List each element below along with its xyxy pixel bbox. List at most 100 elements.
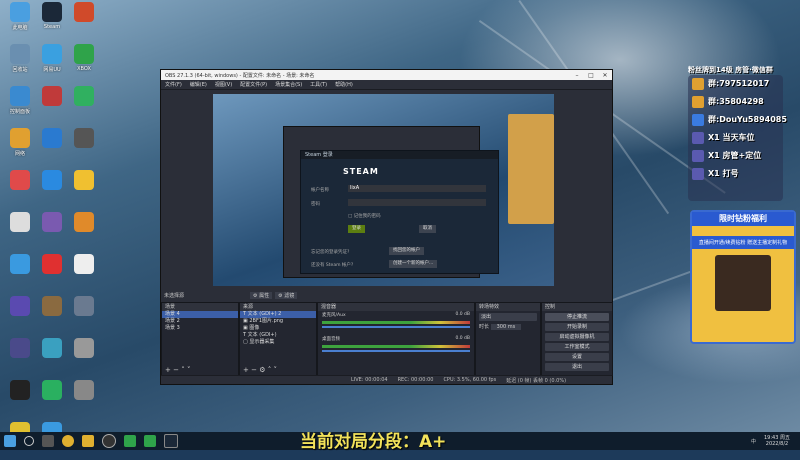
exit-button[interactable]: 退出 <box>545 363 609 371</box>
desktop-icon[interactable] <box>68 128 100 166</box>
close-button[interactable]: ✕ <box>598 72 612 79</box>
properties-button[interactable]: ⚙ 属性 <box>250 292 273 299</box>
desktop-icon[interactable] <box>68 2 100 40</box>
source-item[interactable]: ▣ 图像 <box>240 325 316 332</box>
create-account-button[interactable]: 创建一个新的帐户... <box>389 260 438 268</box>
cancel-button[interactable]: 取消 <box>419 225 436 233</box>
app-icon <box>10 296 30 316</box>
desktop-icon[interactable] <box>4 338 36 376</box>
stop-streaming-button[interactable]: 停止推流 <box>545 313 609 321</box>
filters-button[interactable]: ⚙ 滤镜 <box>275 292 298 299</box>
steam-login-dialog[interactable]: Steam 登录 STEAM 帐户名称 lixA 密码 □ 记住我的密码 登录 … <box>300 150 499 274</box>
menu-file[interactable]: 文件(F) <box>165 81 182 88</box>
login-button[interactable]: 登录 <box>348 225 365 233</box>
duration-input[interactable]: 300 ms <box>490 324 522 330</box>
remove-icon[interactable]: − <box>173 366 179 374</box>
menu-edit[interactable]: 编辑(E) <box>190 81 207 88</box>
studio-mode-button[interactable]: 工作室模式 <box>545 343 609 351</box>
chevron-up-icon[interactable]: ˄ <box>268 366 272 374</box>
start-recording-button[interactable]: 开始录制 <box>545 323 609 331</box>
gear-icon[interactable]: ⚙ <box>259 366 265 374</box>
desktop-icon[interactable] <box>4 380 36 418</box>
obs-titlebar[interactable]: OBS 27.1.3 (64-bit, windows) - 配置文件: 未命名… <box>161 70 612 80</box>
menu-help[interactable]: 帮助(H) <box>335 81 353 88</box>
xbox-icon[interactable] <box>144 435 156 447</box>
desktop-icon[interactable] <box>68 380 100 418</box>
desktop-icon[interactable]: XBOX <box>68 44 100 82</box>
chevron-down-icon[interactable]: ˅ <box>273 366 277 374</box>
source-controls: + − ⚙ ˄ ˅ <box>243 366 277 374</box>
remove-icon[interactable]: − <box>251 366 257 374</box>
chrome-icon[interactable] <box>62 435 74 447</box>
desktop-icon[interactable]: Steam <box>36 2 68 40</box>
settings-button[interactable]: 设置 <box>545 353 609 361</box>
desktop-icon[interactable]: 此电脑 <box>4 2 36 40</box>
scene-item[interactable]: 场景 3 <box>162 325 238 332</box>
menu-scene-collection[interactable]: 场景集合(S) <box>275 81 302 88</box>
password-field[interactable] <box>348 199 486 206</box>
forgot-button[interactable]: 找回您的帐户 <box>389 247 424 255</box>
add-icon[interactable]: + <box>243 366 249 374</box>
scenes-dock: 场景 场景 4 场景 2 场景 3 + − ˄ ˅ <box>161 302 239 376</box>
source-item[interactable]: T 文本 (GDI+) 2 <box>240 311 316 318</box>
clock-icon[interactable] <box>102 434 116 448</box>
app-icon <box>74 338 94 358</box>
desktop-icon[interactable] <box>36 296 68 334</box>
volume-meter <box>322 321 470 324</box>
desktop-icon[interactable] <box>4 296 36 334</box>
task-view-icon[interactable] <box>42 435 54 447</box>
source-item[interactable]: ▣ 2BF1图片.png <box>240 318 316 325</box>
app-icon <box>10 128 30 148</box>
desktop-icon[interactable] <box>68 86 100 124</box>
source-item[interactable]: T 文本 (GDI+) <box>240 332 316 339</box>
scene-item[interactable]: 场景 2 <box>162 318 238 325</box>
desktop-icon[interactable]: 网易UU <box>36 44 68 82</box>
account-field[interactable]: lixA <box>348 185 486 192</box>
desktop-icon[interactable] <box>36 380 68 418</box>
menu-profile[interactable]: 配置文件(P) <box>240 81 267 88</box>
desktop-icon[interactable]: 网络 <box>4 128 36 166</box>
desktop-icon[interactable] <box>68 296 100 334</box>
menu-tools[interactable]: 工具(T) <box>310 81 327 88</box>
desktop-icon[interactable] <box>68 212 100 250</box>
windows-icon[interactable] <box>4 435 16 447</box>
chevron-up-icon[interactable]: ˄ <box>181 366 185 374</box>
desktop-icon[interactable] <box>4 212 36 250</box>
transition-select[interactable]: 淡出 <box>479 313 537 321</box>
desktop-icon[interactable]: 控制面板 <box>4 86 36 124</box>
desktop-icon[interactable] <box>36 86 68 124</box>
live-status: LIVE: 00:00:04 <box>351 377 388 383</box>
volume-slider[interactable] <box>322 350 470 352</box>
source-item[interactable]: ▢ 显示器采集 <box>240 339 316 346</box>
desktop-icon[interactable] <box>68 170 100 208</box>
volume-slider[interactable] <box>322 326 470 328</box>
transitions-header: 转场特效 <box>476 303 540 311</box>
scene-item[interactable]: 场景 4 <box>162 311 238 318</box>
desktop-icon[interactable] <box>4 254 36 292</box>
cpu-status: CPU: 3.5%, 60.00 fps <box>443 377 497 383</box>
menu-view[interactable]: 视图(V) <box>215 81 232 88</box>
desktop-icon[interactable] <box>36 170 68 208</box>
minimize-button[interactable]: – <box>570 72 584 79</box>
remember-checkbox[interactable]: □ 记住我的密码 <box>348 213 381 219</box>
badge-icon <box>692 132 704 144</box>
virtual-camera-button[interactable]: 启动虚拟摄像机 <box>545 333 609 341</box>
search-icon[interactable] <box>24 436 34 446</box>
folder-icon[interactable] <box>82 435 94 447</box>
preview-right-panel <box>508 114 554 224</box>
desktop-icon[interactable] <box>68 338 100 376</box>
desktop-icon[interactable] <box>36 128 68 166</box>
desktop-icon[interactable] <box>68 254 100 292</box>
maximize-button[interactable]: □ <box>584 72 598 79</box>
desktop-icon[interactable] <box>36 338 68 376</box>
add-icon[interactable]: + <box>165 366 171 374</box>
clock[interactable]: 19:43 周五 2022/8/2 <box>764 435 790 447</box>
chevron-down-icon[interactable]: ˅ <box>187 366 191 374</box>
desktop-icon[interactable] <box>36 212 68 250</box>
desktop-icon[interactable]: 回收站 <box>4 44 36 82</box>
language-indicator[interactable]: 中 <box>751 438 756 445</box>
desktop-icon[interactable] <box>4 170 36 208</box>
steam-icon[interactable] <box>164 434 178 448</box>
desktop-icon[interactable] <box>36 254 68 292</box>
xbox-icon[interactable] <box>124 435 136 447</box>
